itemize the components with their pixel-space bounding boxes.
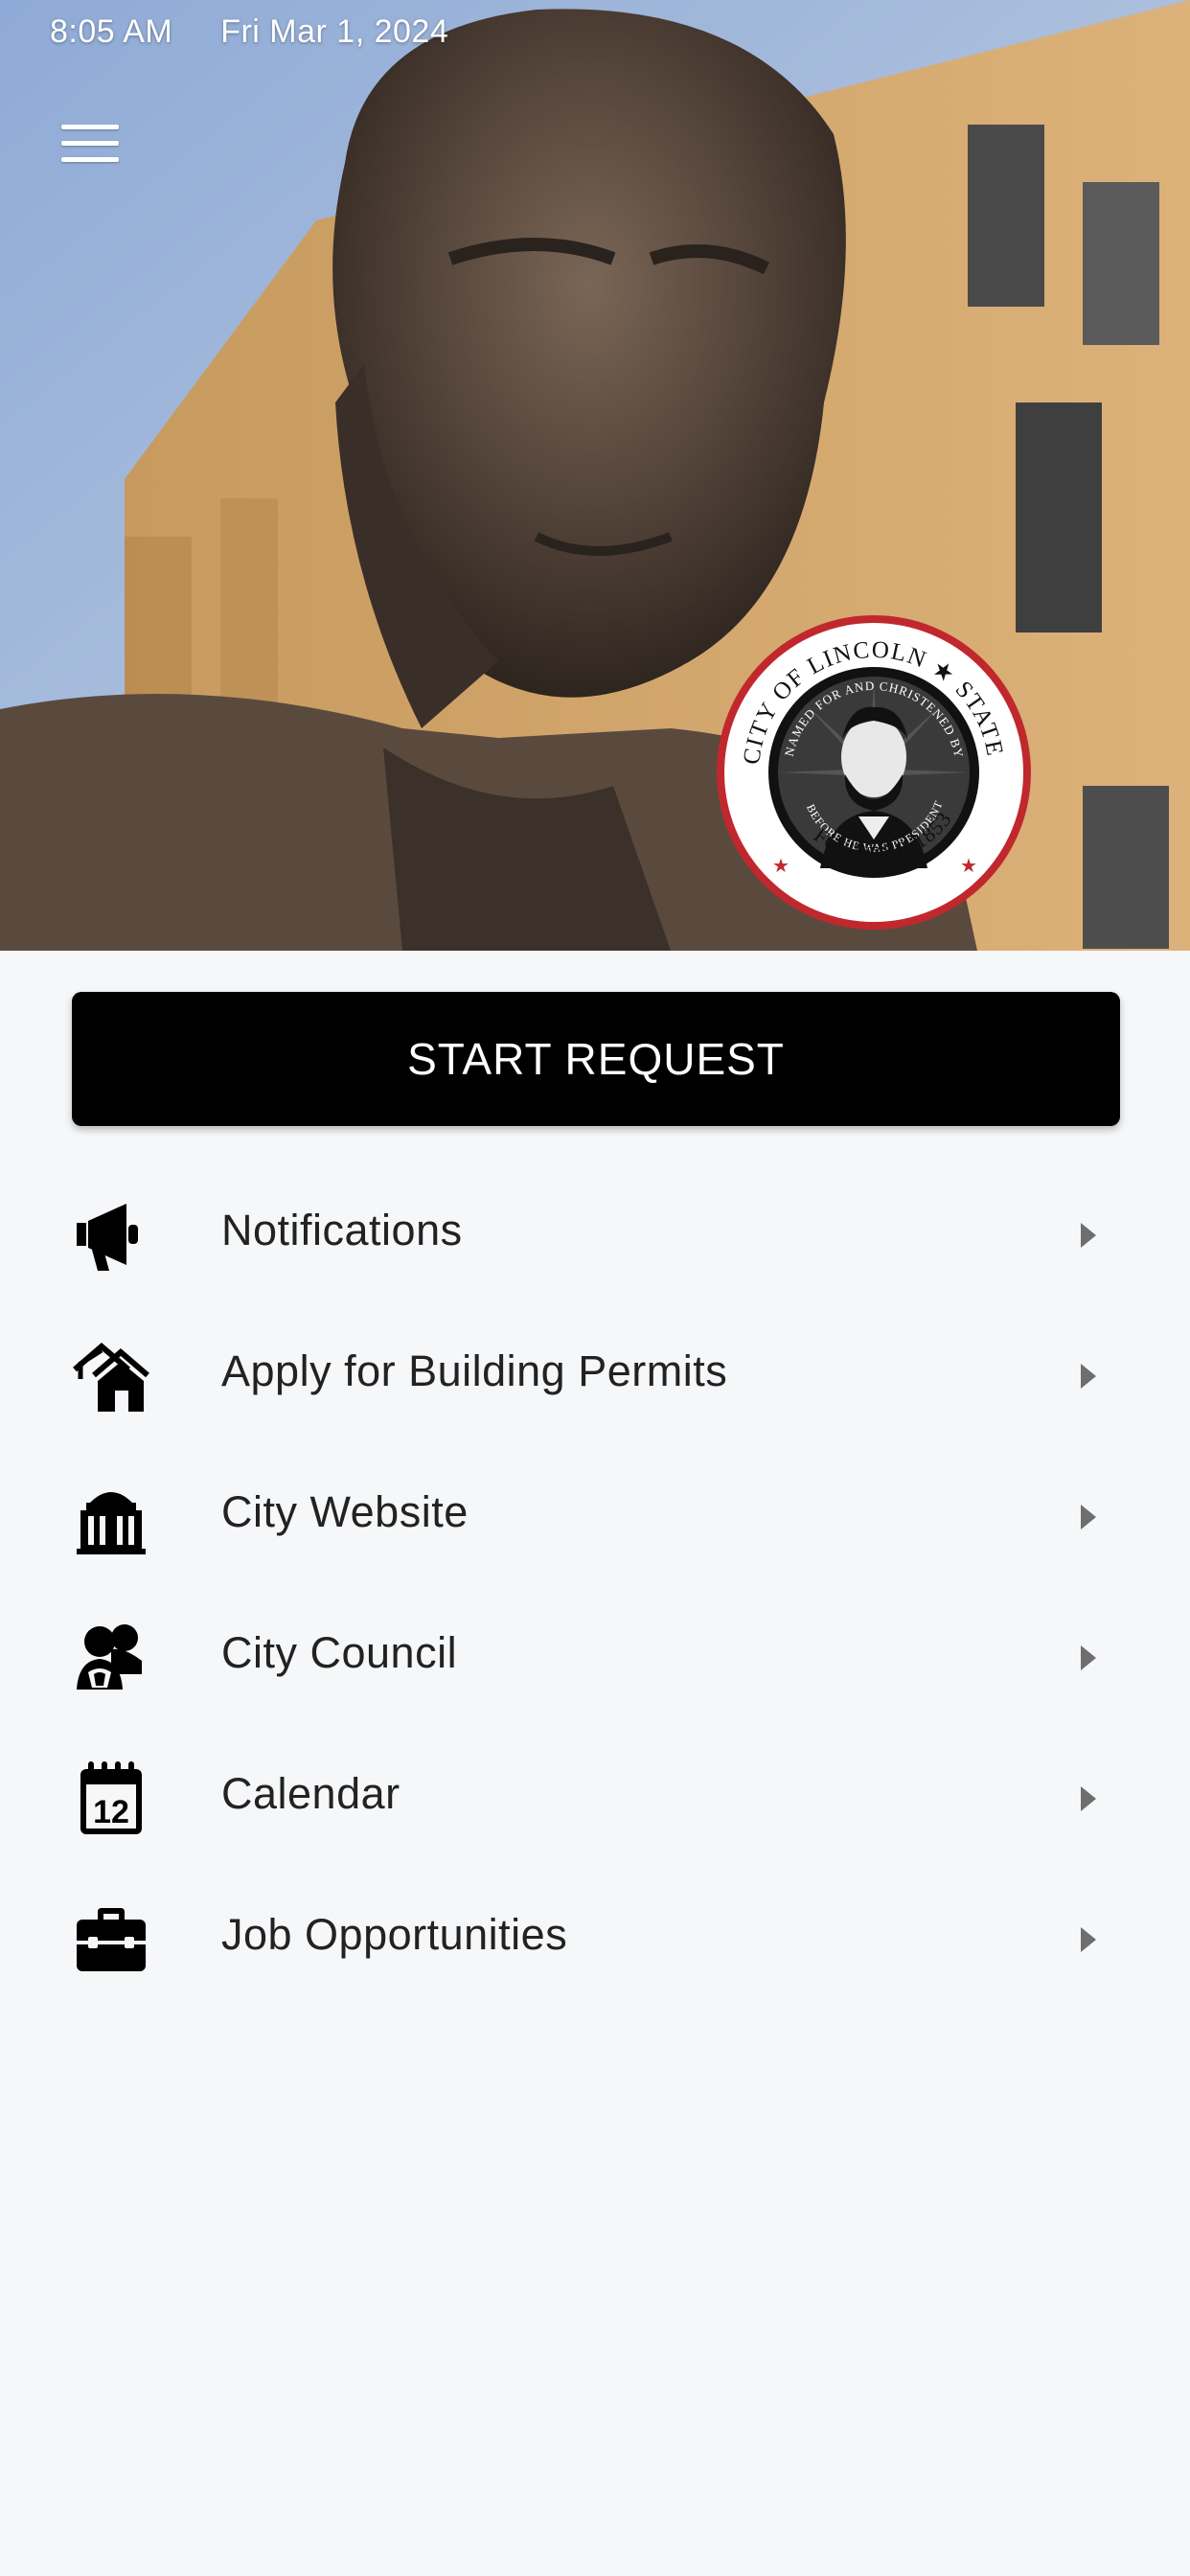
menu-item-label: Calendar	[221, 1769, 400, 1818]
svg-text:★: ★	[772, 856, 790, 877]
hamburger-menu-icon[interactable]	[56, 117, 125, 171]
chevron-right-icon	[1081, 1645, 1096, 1670]
city-seal-logo: CITY OF LINCOLN ★ STATE OF ILLINOIS NAME…	[715, 613, 1031, 930]
start-request-button[interactable]: START REQUEST	[72, 992, 1120, 1126]
chevron-right-icon	[1081, 1505, 1096, 1530]
status-time: 8:05 AM	[50, 13, 173, 50]
svg-text:★: ★	[960, 856, 977, 877]
menu-item-calendar[interactable]: 12 Calendar	[0, 1727, 1190, 1868]
hero-banner: 8:05 AM Fri Mar 1, 2024 CITY OF LINCOLN …	[0, 0, 1190, 951]
menu-item-job-opportunities[interactable]: Job Opportunities	[0, 1868, 1190, 2009]
menu-item-city-website[interactable]: City Website	[0, 1445, 1190, 1586]
menu-item-label: City Website	[221, 1487, 469, 1536]
chevron-right-icon	[1081, 1364, 1096, 1389]
menu-item-city-council[interactable]: City Council	[0, 1586, 1190, 1727]
menu-item-label: Job Opportunities	[221, 1910, 568, 1959]
menu-item-notifications[interactable]: Notifications	[0, 1163, 1190, 1304]
council-people-icon	[77, 1624, 142, 1690]
calendar-icon: 12	[80, 1761, 142, 1834]
calendar-day-number: 12	[93, 1794, 129, 1830]
menu-item-label: Notifications	[221, 1206, 463, 1254]
menu-list: Notifications Apply for Building Permits…	[0, 1163, 1190, 2009]
city-hall-icon	[77, 1492, 146, 1554]
megaphone-icon	[77, 1204, 138, 1271]
status-date: Fri Mar 1, 2024	[220, 13, 449, 50]
houses-icon	[73, 1343, 149, 1412]
status-bar: 8:05 AM Fri Mar 1, 2024	[50, 13, 487, 51]
menu-item-label: Apply for Building Permits	[221, 1346, 728, 1395]
chevron-right-icon	[1081, 1927, 1096, 1952]
chevron-right-icon	[1081, 1223, 1096, 1248]
menu-item-label: City Council	[221, 1628, 458, 1677]
chevron-right-icon	[1081, 1786, 1096, 1811]
menu-item-building-permits[interactable]: Apply for Building Permits	[0, 1304, 1190, 1445]
briefcase-icon	[77, 1908, 146, 1971]
